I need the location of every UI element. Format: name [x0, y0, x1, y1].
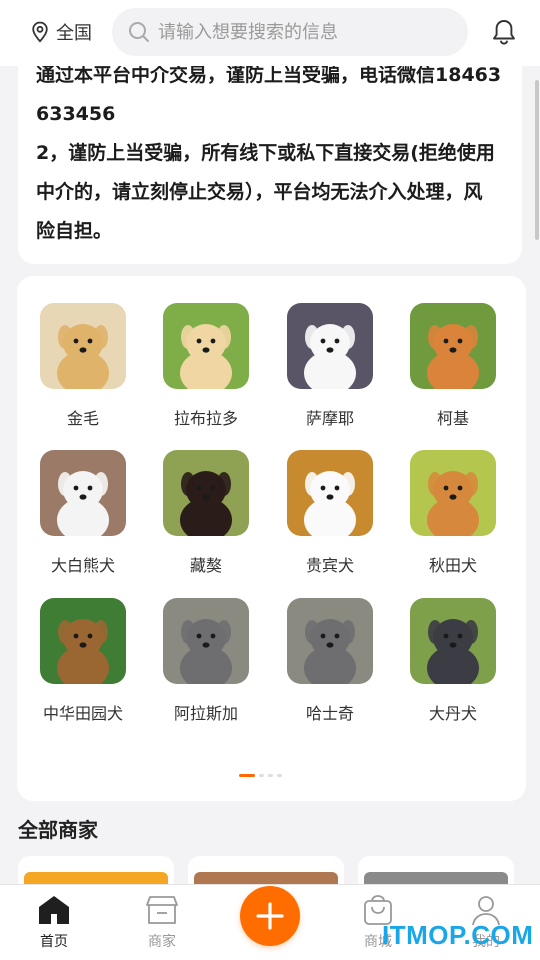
notice-line: 2，谨防上当受骗，所有线下或私下直接交易(拒绝使用	[36, 142, 495, 164]
category-item[interactable]: 金毛	[28, 303, 138, 429]
category-label: 柯基	[436, 409, 469, 428]
page-dot[interactable]	[268, 774, 273, 777]
category-item[interactable]: 阿拉斯加	[151, 598, 261, 724]
category-item[interactable]: 哈士奇	[275, 598, 385, 724]
section-title: 全部商家	[18, 818, 98, 842]
category-label: 阿拉斯加	[173, 704, 238, 723]
shop-icon	[146, 896, 178, 924]
home-icon	[39, 896, 69, 924]
alaskan-malamute-photo	[163, 598, 249, 684]
location-selector[interactable]: 全国	[30, 18, 92, 46]
akita-photo	[410, 450, 496, 536]
scrollbar[interactable]	[535, 80, 539, 240]
category-label: 秋田犬	[428, 556, 477, 575]
watermark: ITMOP.COM	[382, 920, 534, 950]
search-icon	[129, 22, 149, 42]
category-item[interactable]: 中华田园犬	[28, 598, 138, 724]
category-item[interactable]: 藏獒	[151, 450, 261, 576]
category-item[interactable]: 大丹犬	[398, 598, 508, 724]
add-post-button[interactable]	[240, 886, 300, 946]
page-dot[interactable]	[259, 774, 264, 777]
category-label: 萨摩耶	[305, 409, 354, 428]
top-bar: 全国	[0, 0, 540, 66]
golden-retriever-photo	[40, 303, 126, 389]
husky-photo	[287, 598, 373, 684]
search-input[interactable]	[158, 21, 448, 43]
category-label: 哈士奇	[305, 704, 354, 723]
corgi-photo	[410, 303, 496, 389]
search-bar[interactable]	[112, 8, 468, 56]
category-item[interactable]: 拉布拉多	[151, 303, 261, 429]
poodle-photo	[287, 450, 373, 536]
notice-line: 险自担。	[36, 220, 113, 242]
location-label: 全国	[56, 23, 92, 44]
tab-home[interactable]: 首页	[14, 893, 94, 951]
location-pin-icon	[32, 21, 48, 43]
samoyed-photo	[287, 303, 373, 389]
category-item[interactable]: 大白熊犬	[28, 450, 138, 576]
category-label: 拉布拉多	[173, 409, 238, 428]
category-label: 中华田园犬	[42, 704, 123, 723]
labrador-photo	[163, 303, 249, 389]
category-item[interactable]: 贵宾犬	[275, 450, 385, 576]
tab-merchants[interactable]: 商家	[122, 893, 202, 951]
category-grid: 金毛 拉布拉多 萨摩耶 柯基大白熊犬 藏獒 贵宾犬 秋田犬中华田园犬 阿拉斯加 哈士奇 大丹犬	[17, 276, 526, 801]
category-label: 金毛	[66, 409, 99, 428]
category-item[interactable]: 秋田犬	[398, 450, 508, 576]
tab-label: 商家	[148, 934, 176, 950]
tab-label: 首页	[40, 934, 68, 950]
page-dot-active[interactable]	[239, 774, 255, 777]
category-item[interactable]: 萨摩耶	[275, 303, 385, 429]
notice-card: 通过本平台中介交易，谨防上当受骗，电话微信18463 633456 2，谨防上当…	[18, 40, 522, 264]
page-dot[interactable]	[277, 774, 282, 777]
plus-icon	[256, 902, 284, 930]
category-label: 大丹犬	[428, 704, 477, 723]
category-label: 贵宾犬	[305, 556, 354, 575]
notice-line: 中介的，请立刻停止交易），平台均无法介入处理，风	[36, 181, 483, 203]
bell-icon[interactable]	[490, 18, 518, 46]
great-pyrenees-photo	[40, 450, 126, 536]
great-dane-photo	[410, 598, 496, 684]
page-indicator	[239, 774, 282, 777]
village-dog-photo	[40, 598, 126, 684]
category-item[interactable]: 柯基	[398, 303, 508, 429]
category-label: 藏獒	[189, 556, 222, 575]
notice-line: 633456	[36, 103, 116, 125]
category-label: 大白熊犬	[50, 556, 115, 575]
tibetan-mastiff-photo	[163, 450, 249, 536]
